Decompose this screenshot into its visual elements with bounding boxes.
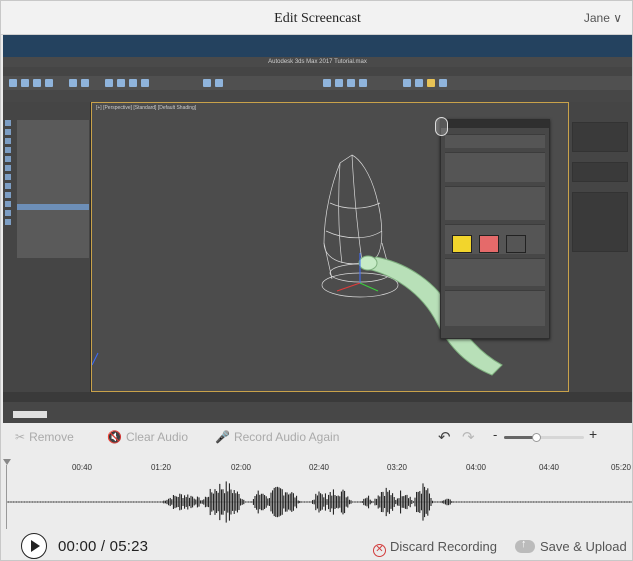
clear-audio-button[interactable]: 🔇 Clear Audio [107,430,188,444]
record-audio-again-label: Record Audio Again [233,430,340,444]
current-time: 00:00 [58,538,97,555]
recorded-toolbar [3,76,632,90]
mouse-overlay-icon [435,117,448,136]
color-swatch-yellow [452,235,472,253]
recorded-app-title: Autodesk 3ds Max 2017 Tutorial.max [3,57,632,67]
close-circle-icon: ✕ [373,544,386,557]
recorded-menu-bar [3,67,632,76]
discard-recording-button[interactable]: ✕ Discard Recording [373,539,497,557]
color-swatch-red [479,235,499,253]
discard-recording-label: Discard Recording [390,539,497,554]
recorded-3ds-max-screen: Autodesk 3ds Max 2017 Tutorial.max [+] [… [3,57,632,423]
play-button[interactable] [21,533,47,559]
video-preview[interactable]: Autodesk 3ds Max 2017 Tutorial.max [+] [… [3,35,632,423]
zoom-out-button[interactable]: - [493,427,497,442]
recorded-particle-dialog [440,119,550,339]
recorded-ribbon [3,90,632,102]
ruler-tick: 04:40 [538,463,560,472]
total-duration: 05:23 [109,538,149,555]
zoom-in-button[interactable]: + [589,426,597,442]
ruler-tick: 01:20 [150,463,172,472]
color-swatch-gray [506,235,526,253]
muted-speaker-icon: 🔇 [107,430,122,444]
save-upload-button[interactable]: Save & Upload [515,538,627,554]
edit-controls-bar: ✂ Remove 🔇 Clear Audio 🎤 Record Audio Again… [1,423,632,451]
audio-waveform[interactable] [1,473,632,531]
ruler-tick: 02:40 [308,463,330,472]
record-audio-again-button[interactable]: 🎤 Record Audio Again [215,430,339,444]
time-display: 00:00 / 05:23 [58,538,148,555]
playhead-line [6,465,7,529]
ruler-tick: 04:00 [465,463,487,472]
recorded-timeline [3,392,632,402]
time-ruler[interactable]: 00:40 01:20 02:00 02:40 03:20 04:00 04:4… [1,451,632,473]
recorded-status-bar [3,402,632,423]
title-bar: Edit Screencast Jane ∨ [1,1,632,35]
remove-button[interactable]: ✂ Remove [15,430,74,444]
remove-label: Remove [29,430,74,444]
ruler-tick: 03:20 [386,463,408,472]
scissors-icon: ✂ [15,430,26,444]
zoom-slider-handle[interactable] [532,433,541,442]
ruler-tick: 05:20 [610,463,632,472]
ruler-tick: 02:00 [230,463,252,472]
recorded-scene-explorer [3,102,91,392]
microphone-icon: 🎤 [215,430,230,444]
user-menu[interactable]: Jane ∨ [584,11,622,25]
cloud-upload-icon [515,538,535,553]
ruler-tick: 00:40 [71,463,93,472]
recorded-command-panel [569,102,632,392]
waveform-graphic [6,481,632,523]
time-separator: / [100,538,106,555]
undo-icon[interactable]: ↶ [438,428,451,446]
playhead-marker[interactable] [3,459,11,465]
clear-audio-label: Clear Audio [125,430,188,444]
window-title: Edit Screencast [274,11,361,26]
edit-screencast-window: Edit Screencast Jane ∨ Autodesk 3ds Max … [0,0,633,561]
playback-bar: 00:00 / 05:23 ✕ Discard Recording Save & … [1,531,632,560]
redo-icon[interactable]: ↷ [462,428,475,446]
save-upload-label: Save & Upload [540,539,627,554]
zoom-slider[interactable] [504,433,584,442]
